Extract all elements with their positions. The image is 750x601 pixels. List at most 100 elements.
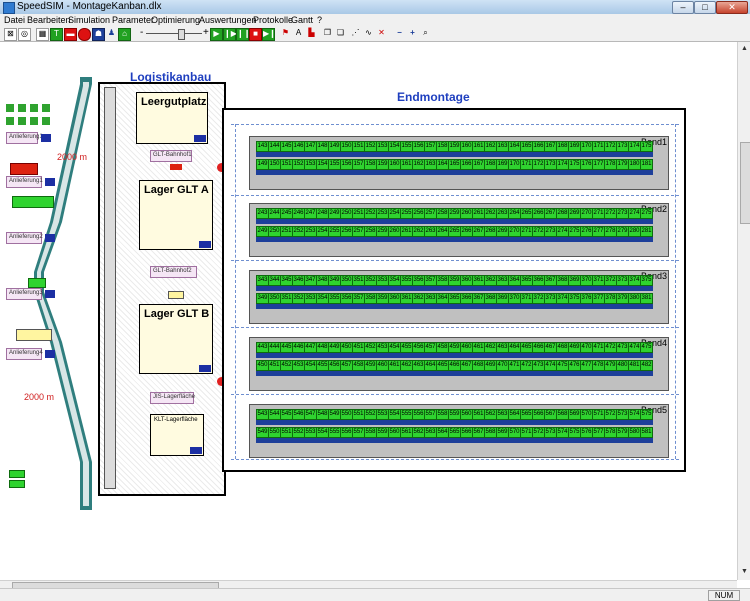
station[interactable]: 482 [640, 360, 653, 377]
status-tag [9, 470, 25, 478]
station-buffer [640, 152, 653, 157]
nodes-icon[interactable]: ⋰ [350, 28, 361, 39]
flag-icon[interactable]: ▙ [306, 28, 317, 39]
station-number: 581 [640, 427, 653, 438]
band-3[interactable]: Band3 343 344 345 346 347 348 349 350 351 352 353 35… [249, 270, 669, 324]
scroll-up-icon[interactable]: ▲ [740, 44, 749, 53]
play-icon[interactable]: ▶ [210, 28, 223, 41]
forklift-icon[interactable]: ⌂ [118, 28, 131, 41]
station-buffer [640, 219, 653, 224]
speed-slider-knob[interactable] [178, 29, 185, 40]
slider-plus[interactable]: + [203, 27, 209, 38]
step-icon[interactable]: ❙▶ [223, 28, 237, 41]
station[interactable]: 575 [640, 409, 653, 426]
loading-truck [10, 163, 38, 175]
path-line [231, 327, 679, 328]
station[interactable]: 381 [640, 293, 653, 310]
source-anlieferung2[interactable]: Anlieferung2 [6, 232, 55, 244]
magnify-icon[interactable]: ⌕ [420, 28, 431, 39]
station[interactable]: 181 [640, 159, 653, 176]
vertical-scrollbar[interactable]: ▲ ▼ [737, 42, 750, 580]
path-line [231, 260, 679, 261]
truck-icon [30, 117, 38, 125]
loading-truck [28, 278, 46, 288]
menu-bar: Datei Bearbeiten Simulation Parameter Op… [0, 14, 750, 28]
stop-icon[interactable]: ■ [249, 28, 262, 41]
route-icon[interactable]: ⚑ [280, 28, 291, 39]
station[interactable]: 281 [640, 226, 653, 243]
text-icon[interactable]: T [50, 28, 63, 41]
source-anlieferung1[interactable]: Anlieferung1 [6, 176, 55, 188]
band-5[interactable]: Band5 543 544 545 546 547 548 549 550 551 552 553 55… [249, 404, 669, 458]
link-icon[interactable]: ∿ [363, 28, 374, 39]
scroll-thumb[interactable] [740, 142, 750, 224]
distance-top: 2000 m [57, 152, 88, 162]
truck-icon [6, 117, 14, 125]
station-number: 175 [640, 141, 653, 152]
unlink-icon[interactable]: ✕ [376, 28, 387, 39]
path-line [231, 459, 679, 460]
klt-lagerflaeche[interactable]: KLT-Lagerfläche [150, 414, 204, 456]
select-icon[interactable]: ⊠ [4, 28, 17, 41]
menu-bearbeiten[interactable]: Bearbeiten [27, 15, 71, 25]
menu-simulation[interactable]: Simulation [68, 15, 110, 25]
lager-glt-a[interactable]: Lager GLT A [139, 180, 213, 250]
band-2[interactable]: Band2 243 244 245 246 247 248 249 250 251 252 253 25… [249, 203, 669, 257]
zoom-out-icon[interactable]: − [394, 28, 405, 39]
menu-auswertungen[interactable]: Auswertungen [199, 15, 257, 25]
endmontage-title: Endmontage [397, 90, 470, 104]
source-anlieferung4[interactable]: Anlieferung4 [6, 348, 55, 360]
paste-icon[interactable]: ❏ [335, 28, 346, 39]
path-line [231, 195, 679, 196]
worker-icon[interactable]: ♟ [106, 28, 117, 39]
glt-bahnhof2[interactable]: GLT-Bahnhof2 [150, 266, 197, 278]
menu-help[interactable]: ? [317, 15, 322, 25]
station-row: 343 344 345 346 347 348 349 350 351 352 353 354 355 3… [256, 275, 653, 292]
station-row: 543 544 545 546 547 548 549 550 551 552 553 554 555 5… [256, 409, 653, 426]
truck-icon [18, 117, 26, 125]
leergutplatz[interactable]: Leergutplatz [136, 92, 208, 144]
zoom-in-icon[interactable]: + [407, 28, 418, 39]
station[interactable]: 275 [640, 208, 653, 225]
menu-gantt[interactable]: Gantt [291, 15, 313, 25]
grid-icon[interactable]: ▦ [36, 28, 49, 41]
station[interactable]: 581 [640, 427, 653, 444]
menu-datei[interactable]: Datei [4, 15, 25, 25]
band-4[interactable]: Band4 443 444 445 446 447 448 449 450 451 452 453 45… [249, 337, 669, 391]
loading-truck [12, 196, 54, 208]
play-end-icon[interactable]: ▶❙ [262, 28, 276, 41]
title-bar: SpeedSIM - MontageKanban.dlx – □ ✕ [0, 0, 750, 15]
source-anlieferung3[interactable]: Anlieferung3 [6, 288, 55, 300]
zoom-region-icon[interactable]: ◎ [18, 28, 31, 41]
station[interactable]: 375 [640, 275, 653, 292]
ab-icon[interactable]: A [293, 28, 304, 39]
lager-glt-b[interactable]: Lager GLT B [139, 304, 213, 374]
scroll-down-icon[interactable]: ▼ [740, 567, 749, 576]
jis-lagerflaeche[interactable]: JIS-Lagerfläche [150, 392, 195, 404]
station-number: 281 [640, 226, 653, 237]
copy-icon[interactable]: ❐ [322, 28, 333, 39]
simulation-canvas[interactable]: Logistikanbau Endmontage 2000 m 2000 m A… [0, 42, 737, 580]
distance-bottom: 2000 m [24, 392, 55, 402]
station-number: 275 [640, 208, 653, 219]
minimize-button[interactable]: – [672, 1, 694, 14]
station[interactable]: 475 [640, 342, 653, 359]
pause-icon[interactable]: ❙❙ [236, 28, 250, 41]
menu-optimierung[interactable]: Optimierung [151, 15, 200, 25]
record-icon[interactable] [78, 28, 91, 41]
menu-parameter[interactable]: Parameter [112, 15, 154, 25]
band-1[interactable]: Band1 143 144 145 146 147 148 149 150 151 152 153 15… [249, 136, 669, 190]
close-button[interactable]: ✕ [716, 1, 748, 14]
slider-minus[interactable]: - [140, 27, 143, 38]
glt-bahnhof1[interactable]: GLT-Bahnhof1 [150, 150, 192, 162]
path-line [235, 124, 236, 459]
maximize-button[interactable]: □ [694, 1, 716, 14]
speed-slider-track[interactable] [146, 33, 202, 34]
station-number: 375 [640, 275, 653, 286]
station[interactable]: 175 [640, 141, 653, 158]
person-icon[interactable]: ☗ [92, 28, 105, 41]
source-anlieferung[interactable]: Anlieferung1 [6, 132, 51, 144]
truck-icon[interactable]: ▬ [64, 28, 77, 41]
menu-protokolle[interactable]: Protokolle [253, 15, 293, 25]
station-row: 443 444 445 446 447 448 449 450 451 452 453 454 455 4… [256, 342, 653, 359]
